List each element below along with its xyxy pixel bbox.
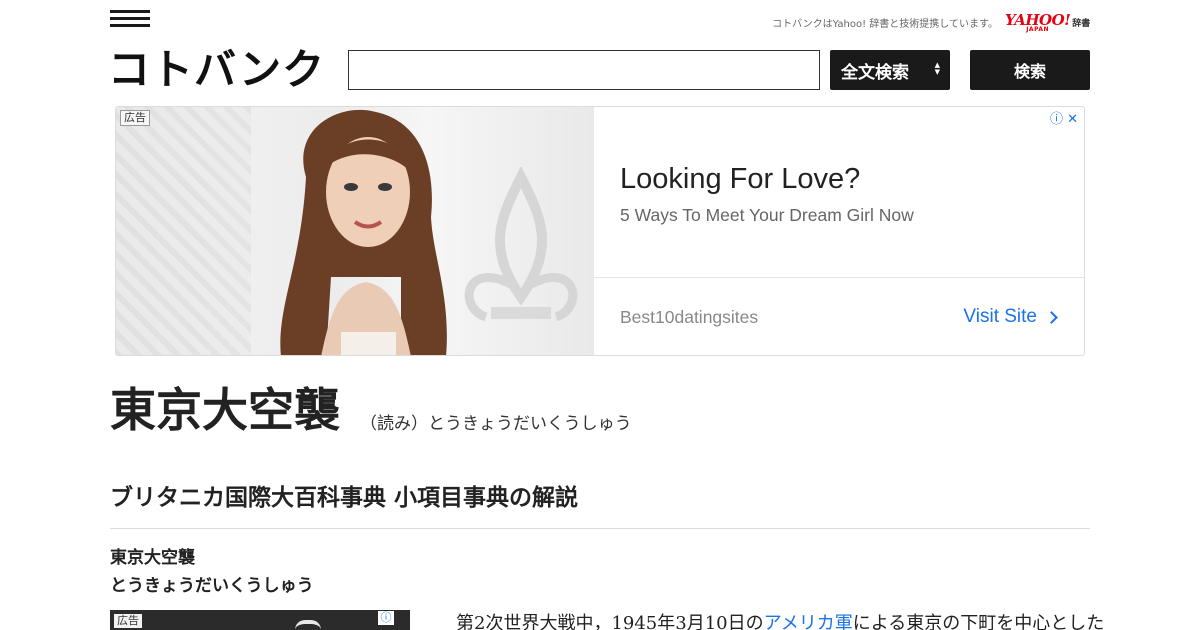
select-arrows-icon: ▲ ▼	[934, 61, 940, 76]
section-heading: ブリタニカ国際大百科事典 小項目事典の解説	[110, 481, 578, 515]
info-icon[interactable]: ⓘ	[1050, 112, 1063, 127]
ad-model-photo	[280, 109, 447, 355]
info-icon[interactable]: ⓘ	[378, 611, 394, 625]
ad-divider	[594, 277, 1084, 278]
visit-site-label: Visit Site	[963, 306, 1037, 327]
yahoo-logo-word: YAHOO!	[1005, 11, 1071, 29]
ad-advertiser: Best10datingsites	[620, 307, 759, 327]
display-ad[interactable]: 広告 ⓘ ✕ Looking For Love? 5 Ways To Meet …	[115, 106, 1085, 356]
section-divider	[110, 528, 1090, 529]
ad-label-badge: 広告	[114, 614, 142, 628]
ad-image[interactable]	[116, 107, 594, 355]
title-reading: （読み）とうきょうだいくうしゅう	[360, 414, 632, 434]
link-american-forces[interactable]: アメリカ軍	[764, 613, 853, 630]
ad-wallpaper-pattern	[116, 107, 251, 355]
partner-notice: コトバンクはYahoo! 辞書と技術提携しています。	[772, 19, 998, 30]
search-mode-label: 全文検索	[841, 62, 909, 83]
visit-site-button[interactable]: Visit Site	[963, 306, 1058, 328]
search-mode-select[interactable]: 全文検索 ▲ ▼	[830, 50, 950, 90]
yahoo-logo-japan: JAPAN	[1026, 26, 1050, 33]
hamburger-icon[interactable]	[110, 10, 150, 30]
dictionary-source[interactable]: ブリタニカ国際大百科事典 小項目事典	[110, 485, 509, 511]
inline-ad[interactable]: 広告 ⓘ	[110, 610, 410, 630]
search-button[interactable]: 検索	[970, 50, 1090, 90]
ad-headline[interactable]: Looking For Love?	[620, 163, 860, 196]
entry-reading: とうきょうだいくうしゅう	[110, 576, 314, 596]
ad-graphic	[295, 620, 321, 630]
page-title: 東京大空襲	[110, 383, 340, 437]
site-logo[interactable]: コトバンク	[108, 44, 325, 96]
ad-subline: 5 Ways To Meet Your Dream Girl Now	[620, 205, 914, 225]
body-text-prefix: 第2次世界大戦中，1945年3月10日の	[456, 613, 764, 630]
body-text-suffix: による東京の下町を中心とした	[852, 613, 1105, 630]
ad-choices[interactable]: ⓘ ✕	[1050, 108, 1078, 127]
search-input[interactable]	[348, 50, 820, 90]
section-suffix: の解説	[509, 484, 579, 511]
chevron-right-icon	[1045, 310, 1058, 324]
entry-term: 東京大空襲	[110, 548, 195, 568]
entry-body: 第2次世界大戦中，1945年3月10日のアメリカ軍による東京の下町を中心とした	[456, 611, 1104, 630]
yahoo-logo-dict: 辞書	[1072, 19, 1091, 29]
ad-label-badge: 広告	[120, 110, 150, 126]
close-icon[interactable]: ✕	[1067, 112, 1078, 127]
yahoo-japan-logo[interactable]: YAHOO! JAPAN 辞書	[1005, 13, 1090, 33]
